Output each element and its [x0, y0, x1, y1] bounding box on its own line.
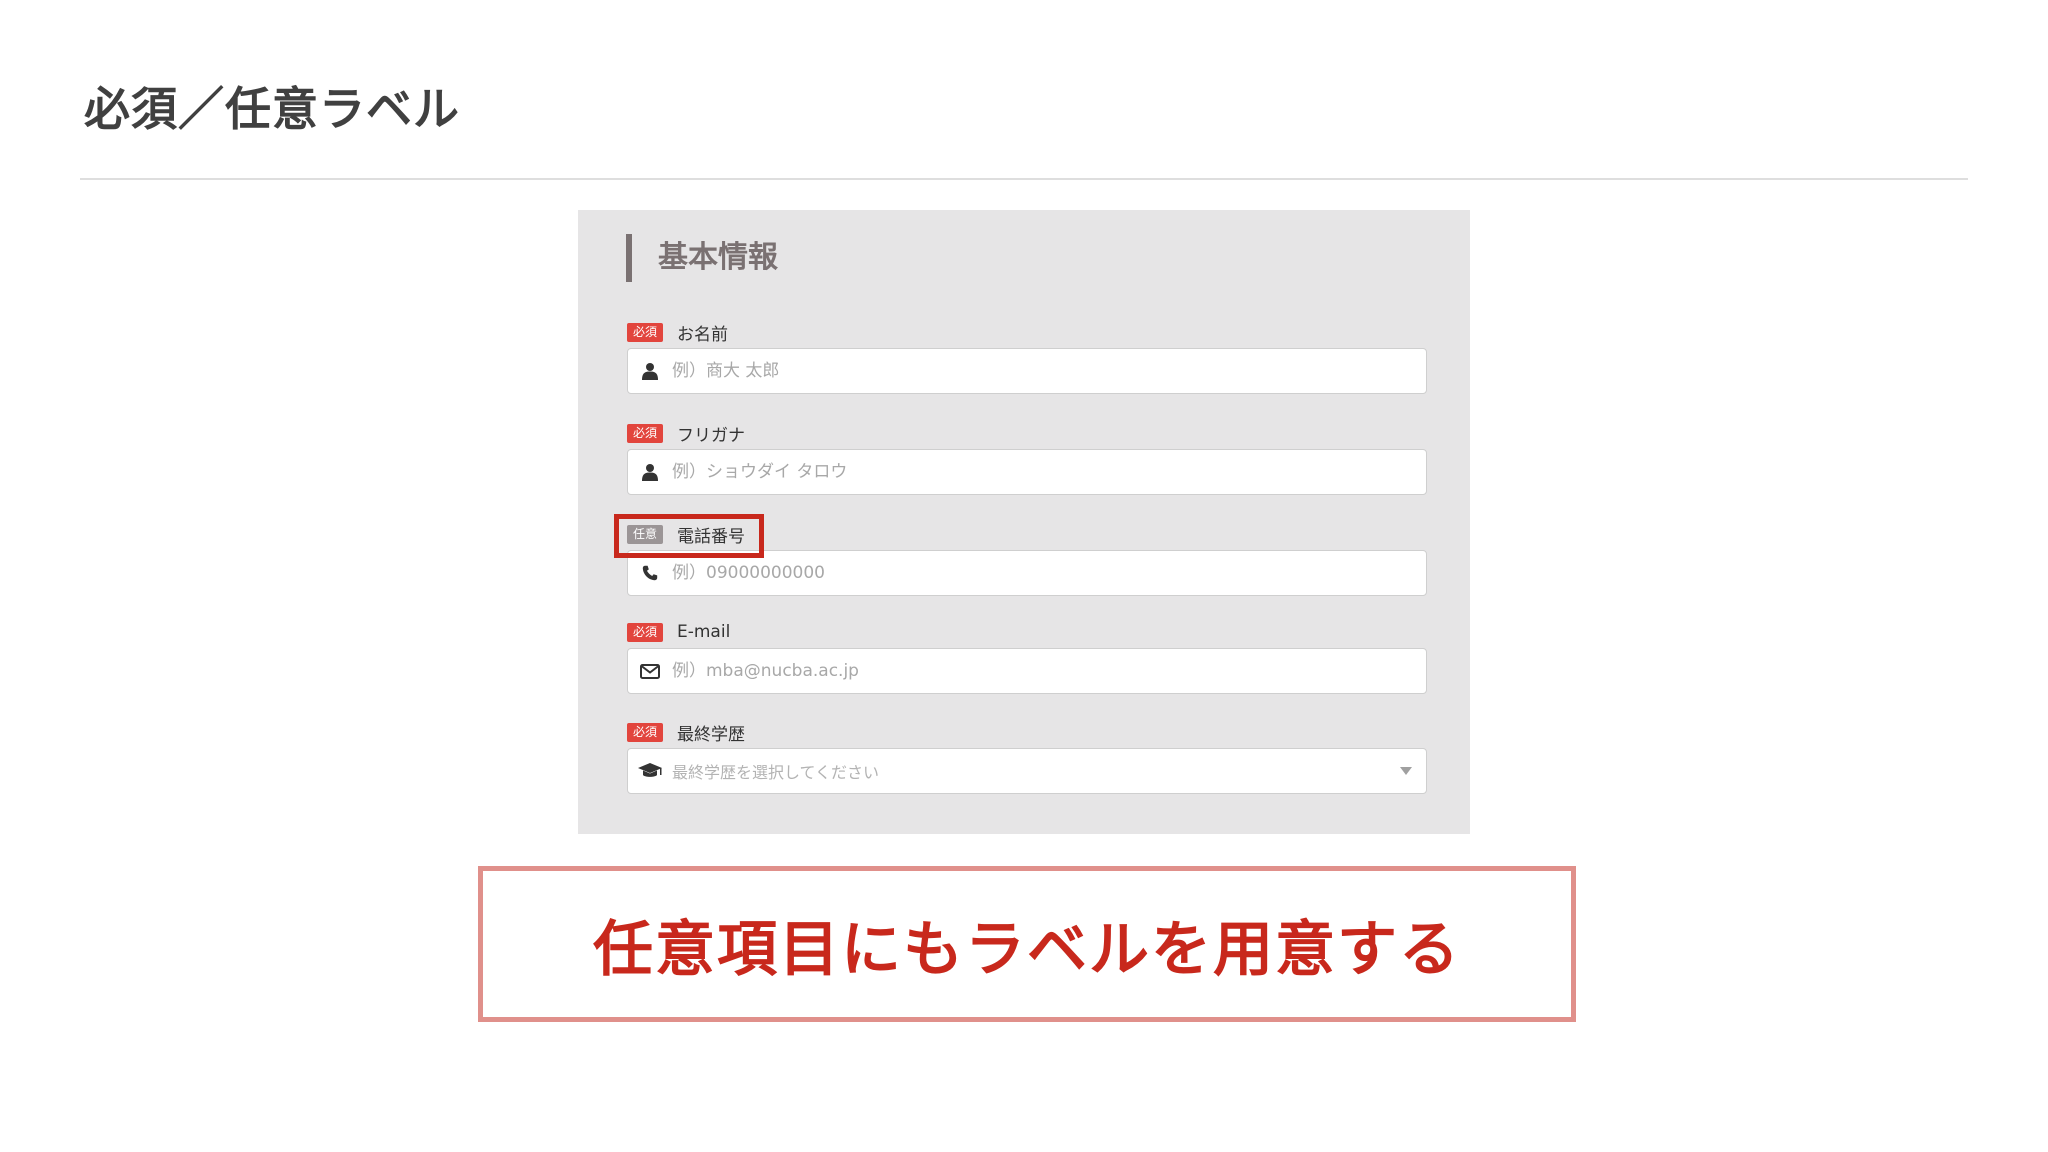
envelope-icon [628, 663, 672, 679]
email-label: E-mail [677, 622, 731, 642]
phone-input[interactable] [672, 553, 1426, 593]
name-input-box [627, 348, 1427, 394]
callout-box: 任意項目にもラベルを用意する [478, 866, 1576, 1022]
required-badge: 必須 [627, 722, 663, 742]
education-select-placeholder: 最終学歴を選択してください [672, 763, 880, 782]
user-icon [628, 463, 672, 481]
furigana-label: フリガナ [677, 425, 745, 446]
furigana-input-box [627, 449, 1427, 495]
chevron-down-icon[interactable] [1386, 767, 1426, 775]
name-label-row: 必須 お名前 [627, 320, 728, 345]
furigana-input[interactable] [672, 452, 1426, 492]
optional-label-highlight [614, 514, 764, 558]
required-badge: 必須 [627, 622, 663, 642]
slide-title: 必須／任意ラベル [84, 82, 460, 136]
callout-text: 任意項目にもラベルを用意する [593, 914, 1461, 985]
graduation-cap-icon [628, 763, 672, 779]
furigana-label-row: 必須 フリガナ [627, 421, 745, 446]
title-divider [80, 178, 1968, 180]
education-select[interactable]: 最終学歴を選択してください [627, 748, 1427, 794]
education-label: 最終学歴 [677, 724, 745, 745]
name-input[interactable] [672, 351, 1426, 391]
name-label: お名前 [677, 324, 728, 345]
user-icon [628, 362, 672, 380]
section-heading: 基本情報 [626, 234, 778, 282]
email-input[interactable] [672, 651, 1426, 691]
phone-icon [628, 565, 672, 581]
email-input-box [627, 648, 1427, 694]
required-badge: 必須 [627, 322, 663, 342]
education-label-row: 必須 最終学歴 [627, 720, 745, 745]
required-badge: 必須 [627, 423, 663, 443]
email-label-row: 必須 E-mail [627, 620, 730, 644]
